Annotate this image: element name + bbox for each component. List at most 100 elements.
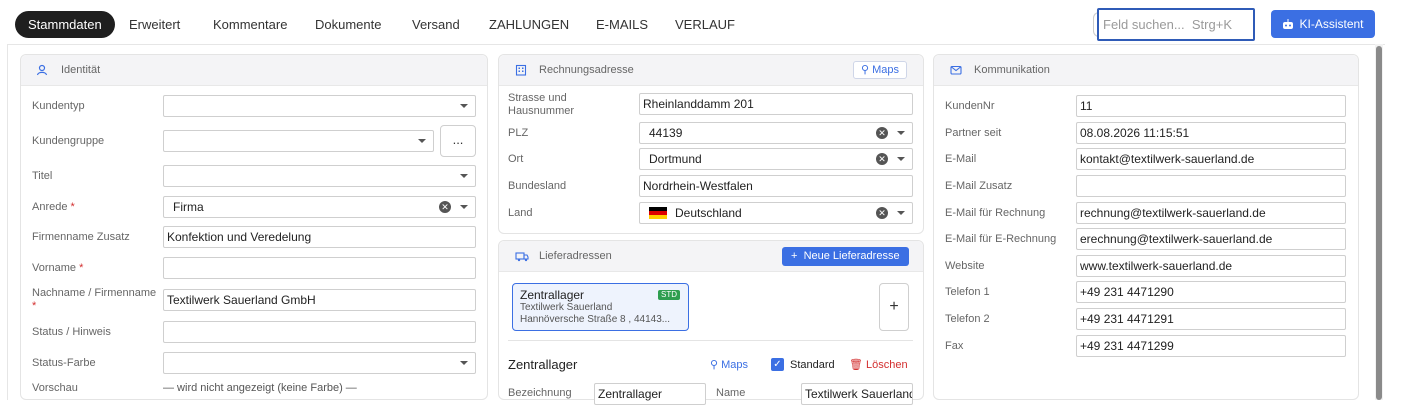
- anrede-label: Anrede *: [32, 201, 75, 214]
- land-select[interactable]: Deutschland ✕: [639, 202, 913, 224]
- lieferadressen-title: Lieferadressen: [539, 250, 612, 262]
- anrede-label-text: Anrede: [32, 201, 68, 213]
- tab-stammdaten[interactable]: Stammdaten: [15, 11, 115, 38]
- email-zusatz-input[interactable]: [1076, 175, 1346, 197]
- tab-emails[interactable]: E-MAILS: [596, 11, 648, 38]
- plus-icon: +: [791, 250, 798, 262]
- tab-erweitert[interactable]: Erweitert: [129, 11, 180, 38]
- kundennr-label: KundenNr: [945, 100, 995, 112]
- kundengruppe-more-button[interactable]: ...: [440, 125, 476, 157]
- status-hinweis-input[interactable]: [163, 321, 476, 343]
- kommunikation-header: Kommunikation: [934, 55, 1358, 86]
- chevron-down-icon: [897, 211, 905, 215]
- map-pin-icon: ⚲: [861, 64, 870, 76]
- nachname-label: Nachname / Firmenname *: [32, 287, 156, 313]
- required-marker: *: [70, 201, 75, 213]
- tab-bar: Stammdaten Erweitert Kommentare Dokument…: [0, 0, 1406, 46]
- status-hinweis-label: Status / Hinweis: [32, 326, 111, 338]
- identitaet-header: Identität: [21, 55, 487, 86]
- required-marker: *: [79, 262, 84, 274]
- tab-versand[interactable]: Versand: [412, 11, 460, 38]
- rechnung-maps-button[interactable]: ⚲ Maps: [853, 61, 908, 79]
- standard-checkbox[interactable]: ✓: [771, 358, 784, 371]
- telefon1-input[interactable]: +49 231 4471290: [1076, 281, 1346, 303]
- strasse-label: Strasse und Hausnummer: [508, 92, 574, 118]
- clear-icon[interactable]: ✕: [439, 201, 451, 213]
- fax-input[interactable]: +49 231 4471299: [1076, 335, 1346, 357]
- nachname-input[interactable]: Textilwerk Sauerland GmbH: [163, 289, 476, 311]
- email-rechnung-input[interactable]: rechnung@textilwerk-sauerland.de: [1076, 202, 1346, 224]
- divider: [508, 340, 913, 341]
- clear-icon[interactable]: ✕: [876, 207, 888, 219]
- mail-icon: [950, 65, 962, 75]
- search-input[interactable]: [1099, 10, 1249, 39]
- ki-assistent-button[interactable]: KI-Assistent: [1271, 10, 1375, 38]
- lieferadresse-maps-link[interactable]: ⚲ Maps: [710, 358, 748, 371]
- rechnungsadresse-title: Rechnungsadresse: [539, 64, 634, 76]
- plz-label: PLZ: [508, 127, 529, 139]
- ort-select[interactable]: Dortmund ✕: [639, 148, 913, 170]
- email-erechnung-input[interactable]: erechnung@textilwerk-sauerland.de: [1076, 228, 1346, 250]
- lieferadresse-card-line2: Hannöversche Straße 8 , 44143...: [520, 314, 671, 325]
- name-label: Name: [716, 387, 746, 399]
- anrede-select[interactable]: Firma ✕: [163, 196, 476, 218]
- germany-flag-icon: [649, 207, 667, 219]
- chevron-down-icon: [460, 361, 468, 365]
- building-icon: [515, 64, 527, 76]
- clear-icon[interactable]: ✕: [876, 127, 888, 139]
- identitaet-title: Identität: [61, 64, 101, 76]
- email-rechnung-label: E-Mail für Rechnung: [945, 207, 1046, 219]
- kundennr-input[interactable]: 11: [1076, 95, 1346, 117]
- bezeichnung-input[interactable]: Zentrallager: [594, 383, 706, 405]
- tab-verlauf[interactable]: VERLAUF: [675, 11, 735, 38]
- tab-dokumente[interactable]: Dokumente: [315, 11, 381, 38]
- add-lieferadresse-button[interactable]: +: [879, 283, 909, 331]
- website-label: Website: [945, 260, 985, 272]
- tab-kommentare[interactable]: Kommentare: [213, 11, 287, 38]
- scrollbar-thumb[interactable]: [1376, 46, 1382, 400]
- strasse-input[interactable]: Rheinlanddamm 201: [639, 93, 913, 115]
- firmenname-zusatz-label: Firmenname Zusatz: [32, 231, 130, 243]
- name-input[interactable]: Textilwerk Sauerland: [801, 383, 913, 405]
- firmenname-zusatz-input[interactable]: Konfektion und Veredelung: [163, 226, 476, 248]
- kundentyp-label: Kundentyp: [32, 100, 85, 112]
- neue-lieferadresse-button[interactable]: + Neue Lieferadresse: [782, 247, 909, 266]
- tab-zahlungen[interactable]: ZAHLUNGEN: [489, 11, 569, 38]
- telefon2-input[interactable]: +49 231 4471291: [1076, 308, 1346, 330]
- bundesland-input[interactable]: Nordrhein-Westfalen: [639, 175, 913, 197]
- titel-select[interactable]: [163, 165, 476, 187]
- ort-label: Ort: [508, 153, 524, 165]
- standard-badge: STD: [658, 290, 680, 300]
- email-input[interactable]: kontakt@textilwerk-sauerland.de: [1076, 148, 1346, 170]
- loeschen-button[interactable]: 🗑 Löschen: [849, 358, 908, 371]
- lieferadresse-maps-label: Maps: [721, 359, 749, 371]
- partner-seit-input[interactable]: 08.08.2026 11:15:51: [1076, 122, 1346, 144]
- telefon1-label: Telefon 1: [945, 286, 990, 298]
- clear-icon[interactable]: ✕: [876, 153, 888, 165]
- rechnung-maps-label: Maps: [872, 64, 900, 76]
- required-marker: *: [32, 300, 37, 312]
- strasse-label-line2: Hausnummer: [508, 105, 575, 117]
- neue-lieferadresse-label: Neue Lieferadresse: [803, 250, 900, 262]
- plz-value: 44139: [649, 126, 683, 140]
- website-input[interactable]: www.textilwerk-sauerland.de: [1076, 255, 1346, 277]
- chevron-down-icon: [418, 139, 426, 143]
- vorschau-label: Vorschau: [32, 382, 78, 394]
- vorname-label-text: Vorname: [32, 262, 77, 274]
- kundentyp-select[interactable]: [163, 95, 476, 117]
- lieferadresse-card-line1: Textilwerk Sauerland: [520, 302, 613, 313]
- plz-select[interactable]: 44139 ✕: [639, 122, 913, 144]
- lieferadresse-card-name: Zentrallager: [520, 288, 585, 302]
- status-farbe-select[interactable]: [163, 352, 476, 374]
- bundesland-label: Bundesland: [508, 180, 567, 192]
- lieferadresse-card[interactable]: Zentrallager STD Textilwerk Sauerland Ha…: [512, 283, 689, 331]
- map-pin-icon: ⚲: [710, 359, 719, 371]
- kundengruppe-select[interactable]: [163, 130, 434, 152]
- land-value: Deutschland: [675, 206, 742, 220]
- user-icon: [36, 64, 48, 76]
- status-farbe-label: Status-Farbe: [32, 357, 96, 369]
- vorname-input[interactable]: [163, 257, 476, 279]
- standard-label: Standard: [790, 359, 835, 371]
- chevron-down-icon: [460, 205, 468, 209]
- telefon2-label: Telefon 2: [945, 313, 990, 325]
